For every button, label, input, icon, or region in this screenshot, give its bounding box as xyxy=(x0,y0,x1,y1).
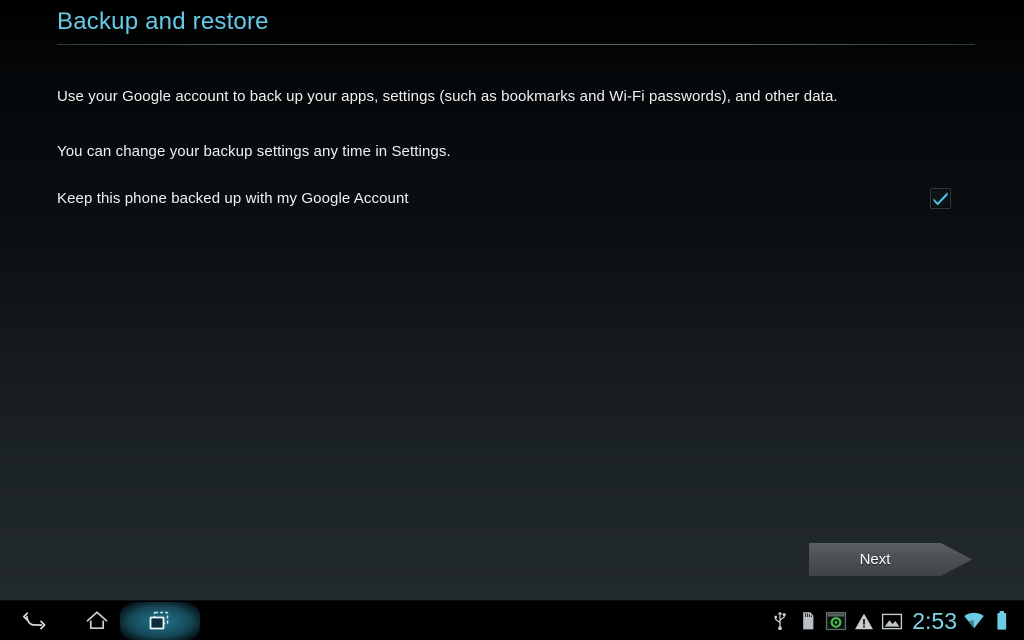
status-bar-icons: 2:53 xyxy=(766,601,1016,640)
warning-status-icon xyxy=(850,601,878,640)
recent-apps-icon xyxy=(146,609,172,633)
usb-status-icon xyxy=(766,601,794,640)
backup-description-paragraph: Use your Google account to back up your … xyxy=(57,88,838,105)
wifi-status-icon xyxy=(960,601,988,640)
checkmark-icon xyxy=(931,189,950,208)
sync-app-status-icon xyxy=(822,601,850,640)
header: Backup and restore xyxy=(0,0,1024,46)
nav-recent-apps-button[interactable] xyxy=(128,601,190,640)
back-arrow-icon xyxy=(22,609,48,633)
battery-status-icon xyxy=(988,601,1016,640)
setup-wizard-screen: Backup and restore Use your Google accou… xyxy=(0,0,1024,640)
home-icon xyxy=(84,609,110,633)
next-button[interactable]: Next xyxy=(809,543,972,576)
nav-home-button[interactable] xyxy=(66,601,128,640)
page-title: Backup and restore xyxy=(57,8,269,35)
nav-back-button[interactable] xyxy=(4,601,66,640)
title-divider xyxy=(57,44,975,45)
backup-opt-in-label: Keep this phone backed up with my Google… xyxy=(57,190,409,207)
system-navigation-bar: 2:53 xyxy=(0,600,1024,640)
backup-settings-note-paragraph: You can change your backup settings any … xyxy=(57,143,451,160)
backup-opt-in-row[interactable]: Keep this phone backed up with my Google… xyxy=(57,188,964,212)
screenshot-status-icon xyxy=(878,601,906,640)
backup-opt-in-checkbox[interactable] xyxy=(930,188,951,209)
status-bar-clock: 2:53 xyxy=(912,608,957,634)
next-button-label: Next xyxy=(859,551,891,568)
sd-card-status-icon xyxy=(794,601,822,640)
